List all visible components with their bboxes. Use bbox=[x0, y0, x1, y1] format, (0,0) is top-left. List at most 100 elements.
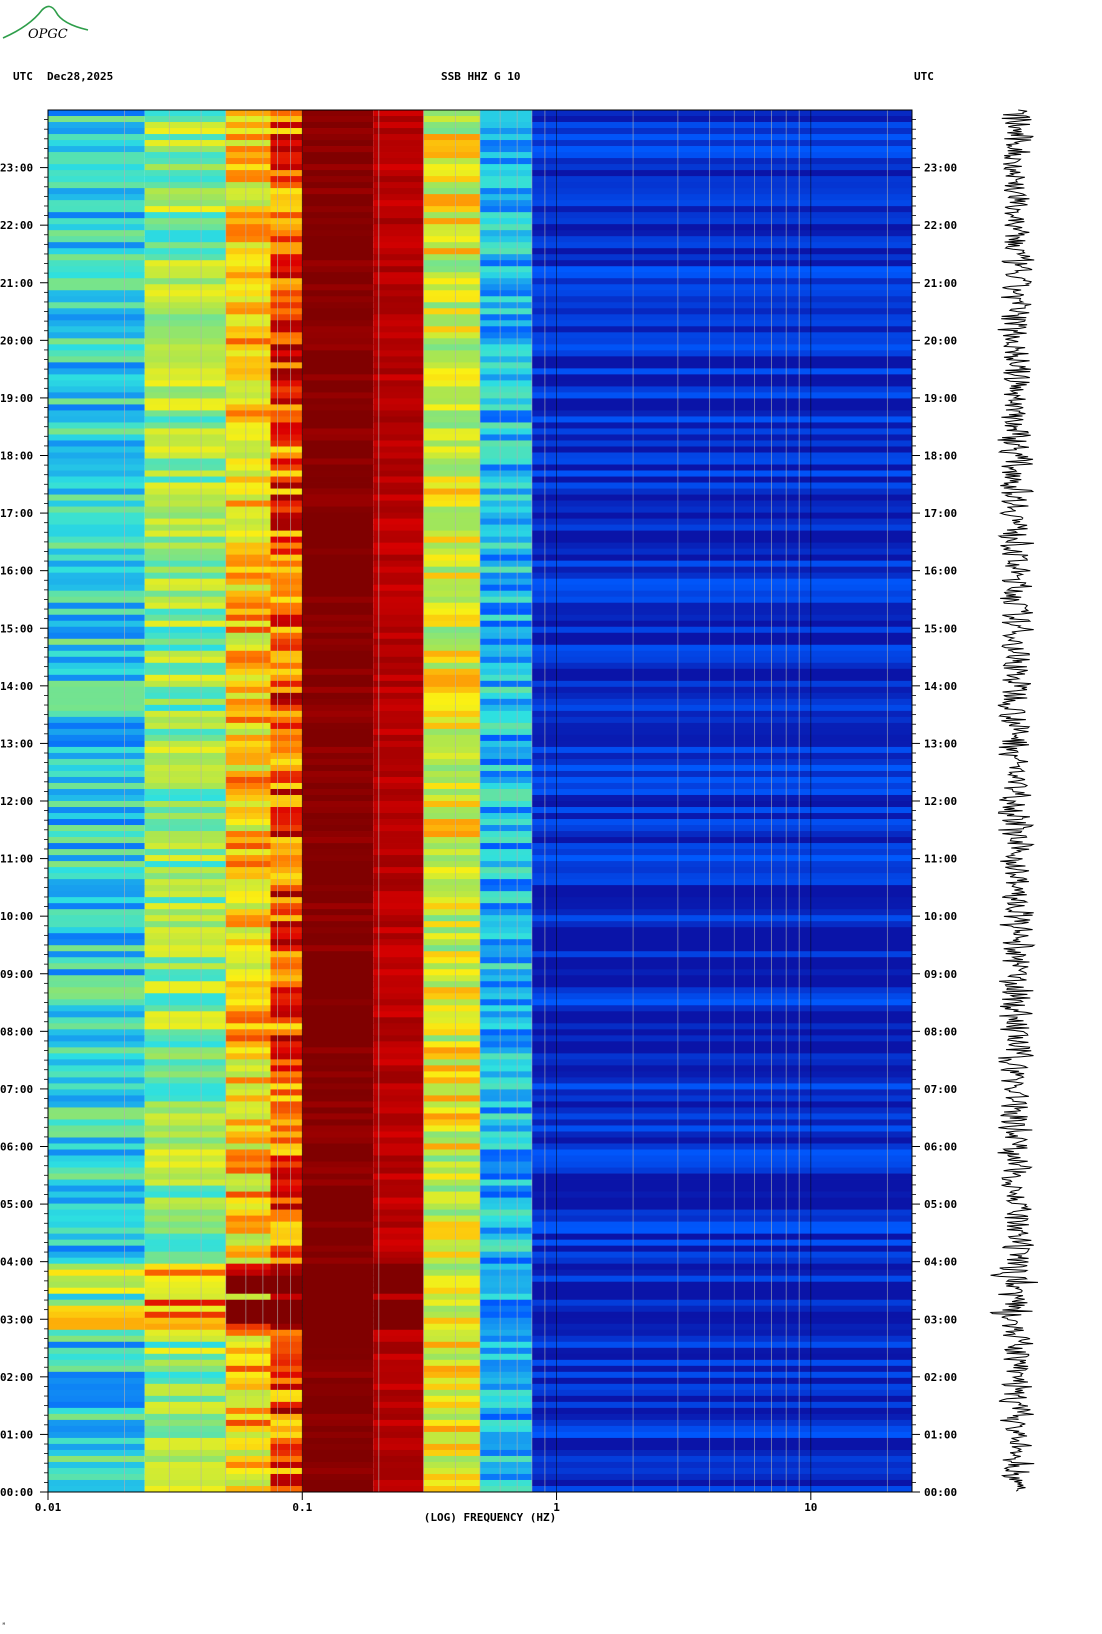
heat-cell bbox=[302, 632, 374, 640]
heat-cell bbox=[48, 200, 145, 207]
heat-cell bbox=[531, 194, 912, 201]
heat-cell bbox=[270, 530, 303, 538]
heat-cell bbox=[423, 650, 480, 658]
heat-cell bbox=[423, 969, 480, 976]
heat-cell bbox=[48, 308, 145, 315]
heat-cell bbox=[302, 993, 374, 1000]
heat-cell bbox=[423, 290, 480, 297]
heat-cell bbox=[480, 140, 532, 147]
heat-cell bbox=[225, 1233, 271, 1241]
heat-cell bbox=[423, 710, 480, 718]
heat-cell bbox=[270, 1095, 303, 1102]
heat-cell bbox=[302, 386, 374, 393]
heat-cell bbox=[144, 849, 226, 856]
y-tick-label-right: 03:00 bbox=[924, 1313, 957, 1326]
heat-cell bbox=[48, 758, 145, 766]
heat-cell bbox=[373, 1263, 424, 1271]
heat-cell bbox=[531, 278, 912, 285]
heat-cell bbox=[480, 1185, 532, 1192]
heat-cell bbox=[423, 1305, 480, 1313]
heat-cell bbox=[48, 993, 145, 1000]
heat-cell bbox=[423, 368, 480, 375]
heat-cell bbox=[225, 416, 271, 423]
heat-cell bbox=[270, 867, 303, 874]
heat-cell bbox=[302, 831, 374, 838]
heat-cell bbox=[480, 668, 532, 676]
heat-cell bbox=[531, 1017, 912, 1024]
heat-cell bbox=[270, 122, 303, 129]
heat-cell bbox=[302, 1131, 374, 1138]
y-tick-label-left: 15:00 bbox=[0, 622, 33, 635]
heat-cell bbox=[480, 945, 532, 952]
heat-cell bbox=[270, 590, 303, 598]
heat-cell bbox=[423, 1083, 480, 1090]
heat-cell bbox=[225, 278, 271, 285]
heat-cell bbox=[480, 1143, 532, 1150]
heat-cell bbox=[373, 885, 424, 892]
heat-cell bbox=[373, 734, 424, 742]
heat-cell bbox=[480, 380, 532, 387]
heat-cell bbox=[270, 476, 303, 483]
heat-cell bbox=[373, 1077, 424, 1084]
heat-cell bbox=[225, 1305, 271, 1313]
heat-cell bbox=[225, 164, 271, 171]
heat-cell bbox=[423, 1287, 480, 1295]
heat-cell bbox=[423, 560, 480, 568]
heat-cell bbox=[270, 446, 303, 453]
heat-cell bbox=[48, 212, 145, 219]
heat-cell bbox=[423, 1191, 480, 1198]
heat-cell bbox=[373, 1251, 424, 1259]
heat-cell bbox=[225, 434, 271, 441]
heat-cell bbox=[373, 1443, 424, 1451]
heat-cell bbox=[144, 1383, 226, 1391]
heat-cell bbox=[480, 885, 532, 892]
heat-cell bbox=[531, 224, 912, 231]
heat-cell bbox=[302, 1299, 374, 1307]
heat-cell bbox=[480, 1125, 532, 1132]
heat-cell bbox=[480, 1281, 532, 1289]
heat-cell bbox=[480, 1023, 532, 1030]
heat-cell bbox=[531, 921, 912, 928]
heat-cell bbox=[302, 380, 374, 387]
heat-cell bbox=[225, 110, 271, 117]
heat-cell bbox=[144, 1197, 226, 1204]
heat-cell bbox=[225, 392, 271, 399]
heat-cell bbox=[48, 861, 145, 868]
heat-cell bbox=[480, 746, 532, 754]
heat-cell bbox=[144, 452, 226, 459]
heat-cell bbox=[531, 1233, 912, 1241]
heat-cell bbox=[48, 698, 145, 706]
heat-cell bbox=[144, 867, 226, 874]
heat-cell bbox=[423, 1245, 480, 1253]
heat-cell bbox=[48, 1449, 145, 1457]
heat-cell bbox=[480, 1443, 532, 1451]
heat-cell bbox=[270, 458, 303, 465]
heat-cell bbox=[531, 1131, 912, 1138]
heat-cell bbox=[144, 1299, 226, 1307]
heat-cell bbox=[225, 1089, 271, 1096]
heat-cell bbox=[302, 1449, 374, 1457]
heat-cell bbox=[302, 843, 374, 850]
heat-cell bbox=[423, 1101, 480, 1108]
heat-cell bbox=[144, 1455, 226, 1463]
heat-cell bbox=[373, 170, 424, 177]
heat-cell bbox=[270, 710, 303, 718]
heat-cell bbox=[302, 1173, 374, 1180]
heat-cell bbox=[270, 740, 303, 748]
heat-cell bbox=[270, 1119, 303, 1126]
heat-cell bbox=[480, 548, 532, 556]
heat-cell bbox=[302, 1179, 374, 1186]
heat-cell bbox=[480, 662, 532, 670]
heat-cell bbox=[531, 764, 912, 772]
heat-cell bbox=[480, 272, 532, 279]
heat-cell bbox=[531, 332, 912, 339]
heat-cell bbox=[225, 1107, 271, 1114]
heat-cell bbox=[302, 764, 374, 772]
heat-cell bbox=[302, 662, 374, 670]
heat-cell bbox=[423, 512, 480, 519]
heat-cell bbox=[225, 404, 271, 411]
heat-cell bbox=[270, 945, 303, 952]
heat-cell bbox=[270, 206, 303, 213]
heat-cell bbox=[48, 458, 145, 465]
heat-cell bbox=[144, 242, 226, 249]
